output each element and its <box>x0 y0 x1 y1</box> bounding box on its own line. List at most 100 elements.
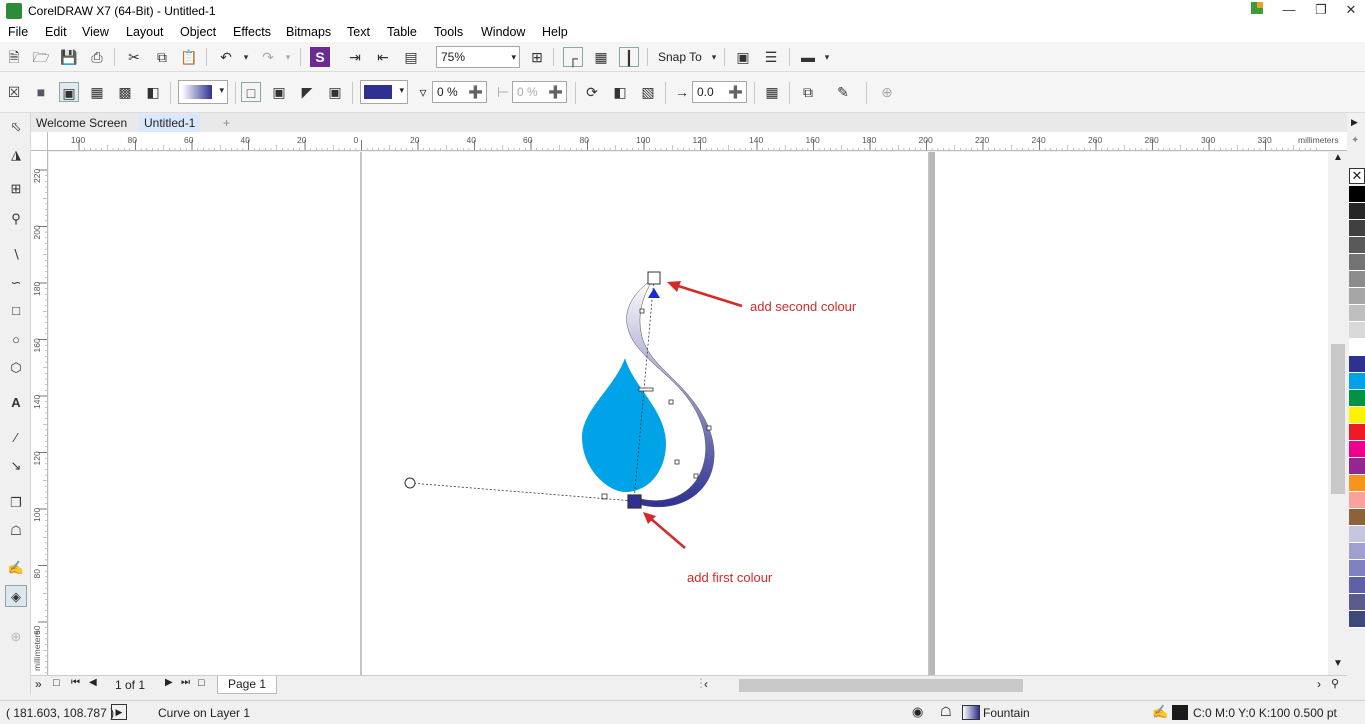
tab-untitled-1[interactable]: Untitled-1 <box>139 114 201 132</box>
menu-table[interactable]: Table <box>387 25 417 39</box>
fountain-start-node[interactable] <box>627 494 642 509</box>
minimize-icon[interactable]: — <box>1274 0 1304 22</box>
fountain-end-node[interactable] <box>647 271 661 285</box>
new-document-icon[interactable]: 🗎 <box>4 47 24 67</box>
node-color-dropdown-icon[interactable]: ▾ <box>399 85 404 96</box>
menu-edit[interactable]: Edit <box>45 25 67 39</box>
acceleration-field[interactable]: 0.0 ➕ <box>692 81 747 103</box>
import-icon[interactable]: ⇥ <box>345 47 365 67</box>
parallel-dimension-icon[interactable]: ∕ <box>5 427 27 449</box>
vertical-ruler[interactable]: 2202001801601401201008060millimeters <box>31 151 48 675</box>
snap-to-label[interactable]: Snap To <box>658 50 702 64</box>
connector-tool-icon[interactable]: ↘ <box>5 455 27 477</box>
text-tool-icon[interactable]: A <box>5 392 27 414</box>
close-icon[interactable]: ✕ <box>1336 0 1365 22</box>
palette-swatch[interactable] <box>1349 424 1365 441</box>
uniform-fill-icon[interactable]: ■ <box>31 82 51 102</box>
vertical-scrollbar[interactable]: ▲ ▼ <box>1328 152 1347 675</box>
linear-fountain-icon[interactable]: □ <box>241 82 261 102</box>
publish-pdf-icon[interactable]: ▤ <box>401 47 421 67</box>
palette-swatch[interactable] <box>1349 611 1365 628</box>
scroll-up-icon[interactable]: ▲ <box>1333 152 1343 163</box>
welcome-screen-icon[interactable]: ▣ <box>733 47 753 67</box>
redo-icon[interactable]: ↷ <box>258 47 278 67</box>
palette-swatch[interactable] <box>1349 322 1365 339</box>
palette-swatch[interactable] <box>1349 509 1365 526</box>
menu-bitmaps[interactable]: Bitmaps <box>286 25 331 39</box>
palette-swatch[interactable] <box>1349 543 1365 560</box>
cut-icon[interactable]: ✂ <box>124 47 144 67</box>
conical-fountain-icon[interactable]: ◤ <box>297 82 317 102</box>
transparency-field[interactable]: 0 % ➕ <box>432 81 487 103</box>
menu-layout[interactable]: Layout <box>126 25 164 39</box>
bitmap-pattern-fill-icon[interactable]: ▩ <box>115 82 135 102</box>
shape-tool-icon[interactable]: ◮ <box>5 144 27 166</box>
color-proofing-icon[interactable]: ◉ <box>912 704 923 720</box>
tab-welcome-screen[interactable]: Welcome Screen <box>31 114 132 132</box>
node-position-spinner-icon[interactable]: ➕ <box>548 82 563 102</box>
undo-dropdown-icon[interactable]: ▾ <box>236 47 256 67</box>
zoom-navigator-icon[interactable]: ⚲ <box>1331 677 1339 690</box>
menu-help[interactable]: Help <box>542 25 568 39</box>
undo-icon[interactable]: ↶ <box>216 47 236 67</box>
artistic-media-icon[interactable]: ∽ <box>5 272 27 294</box>
mirror-repeat-icon[interactable]: ◧ <box>610 82 630 102</box>
add-tool-icon[interactable]: ⊕ <box>5 626 27 648</box>
menu-text[interactable]: Text <box>347 25 370 39</box>
fountain-fill-icon[interactable]: ▣ <box>59 82 79 102</box>
palette-swatch[interactable] <box>1349 577 1365 594</box>
copy-icon[interactable]: ⧉ <box>152 47 172 67</box>
vertical-scroll-thumb[interactable] <box>1331 344 1345 494</box>
color-eyedropper-icon[interactable]: ✍ <box>5 557 27 579</box>
menu-tools[interactable]: Tools <box>434 25 463 39</box>
scroll-left-icon[interactable]: ‹ <box>704 677 708 691</box>
palette-swatch[interactable] <box>1349 390 1365 407</box>
horizontal-ruler[interactable]: 100 80 60 40 20 0 20 40 60 80 100 120 140 160 180 200 22… <box>48 132 1347 151</box>
repeat-fill-icon[interactable]: ▧ <box>638 82 658 102</box>
copy-fill-icon[interactable]: ⧉ <box>798 82 818 102</box>
palette-swatch[interactable] <box>1349 441 1365 458</box>
scroll-right-icon[interactable]: › <box>1317 677 1321 691</box>
zoom-level-field[interactable]: 75% ▾ <box>436 46 520 68</box>
rectangular-fountain-icon[interactable]: ▣ <box>325 82 345 102</box>
horizontal-scroll-thumb[interactable] <box>739 679 1023 692</box>
no-color-swatch[interactable]: ✕ <box>1349 168 1365 184</box>
edit-fill-icon[interactable]: ✎ <box>833 82 853 102</box>
fountain-width-handle[interactable] <box>404 477 416 489</box>
menu-effects[interactable]: Effects <box>233 25 271 39</box>
open-icon[interactable]: 🗁 <box>31 47 51 67</box>
print-icon[interactable]: ⎙ <box>87 47 107 67</box>
palette-swatch[interactable] <box>1349 475 1365 492</box>
fill-picker-dropdown-icon[interactable]: ▾ <box>219 85 224 96</box>
reverse-fill-icon[interactable]: ⟳ <box>582 82 602 102</box>
rectangle-tool-icon[interactable]: □ <box>5 300 27 322</box>
options-icon[interactable]: ☰ <box>761 47 781 67</box>
snap-to-dropdown-icon[interactable]: ▾ <box>704 47 724 67</box>
application-launcher-icon[interactable]: ▬ <box>798 47 818 67</box>
paste-icon[interactable]: 📋 <box>179 47 199 67</box>
interactive-fill-icon[interactable]: ◈ <box>5 585 27 607</box>
status-menu-icon[interactable]: ▶ <box>111 704 127 720</box>
page-tab-1[interactable]: Page 1 <box>217 676 278 694</box>
two-color-pattern-fill-icon[interactable]: ◧ <box>143 82 163 102</box>
palette-swatch[interactable] <box>1349 220 1365 237</box>
zoom-tool-icon[interactable]: ⚲ <box>5 208 27 230</box>
palette-swatch[interactable] <box>1349 492 1365 509</box>
show-grid-icon[interactable]: ▦ <box>591 47 611 67</box>
palette-swatch[interactable] <box>1349 254 1365 271</box>
node-position-field[interactable]: 0 % ➕ <box>512 81 567 103</box>
search-content-icon[interactable]: S <box>310 47 330 67</box>
palette-swatch[interactable] <box>1349 305 1365 322</box>
freehand-tool-icon[interactable]: ∖ <box>5 244 27 266</box>
last-page-icon[interactable]: ⏭ <box>181 677 190 688</box>
previous-page-icon[interactable]: ◀ <box>89 677 97 688</box>
acceleration-spinner-icon[interactable]: ➕ <box>728 82 743 102</box>
palette-pin-icon[interactable]: ✦ <box>1351 135 1359 146</box>
ruler-corner[interactable] <box>31 132 48 151</box>
launcher-dropdown-icon[interactable]: ▾ <box>817 47 837 67</box>
node-color-picker[interactable]: ▾ <box>360 80 408 104</box>
no-fill-icon[interactable]: ☒ <box>4 82 24 102</box>
fill-swatch[interactable] <box>962 705 980 720</box>
save-icon[interactable]: 💾 <box>59 47 79 67</box>
pick-tool-icon[interactable]: ⬁ <box>5 116 27 138</box>
